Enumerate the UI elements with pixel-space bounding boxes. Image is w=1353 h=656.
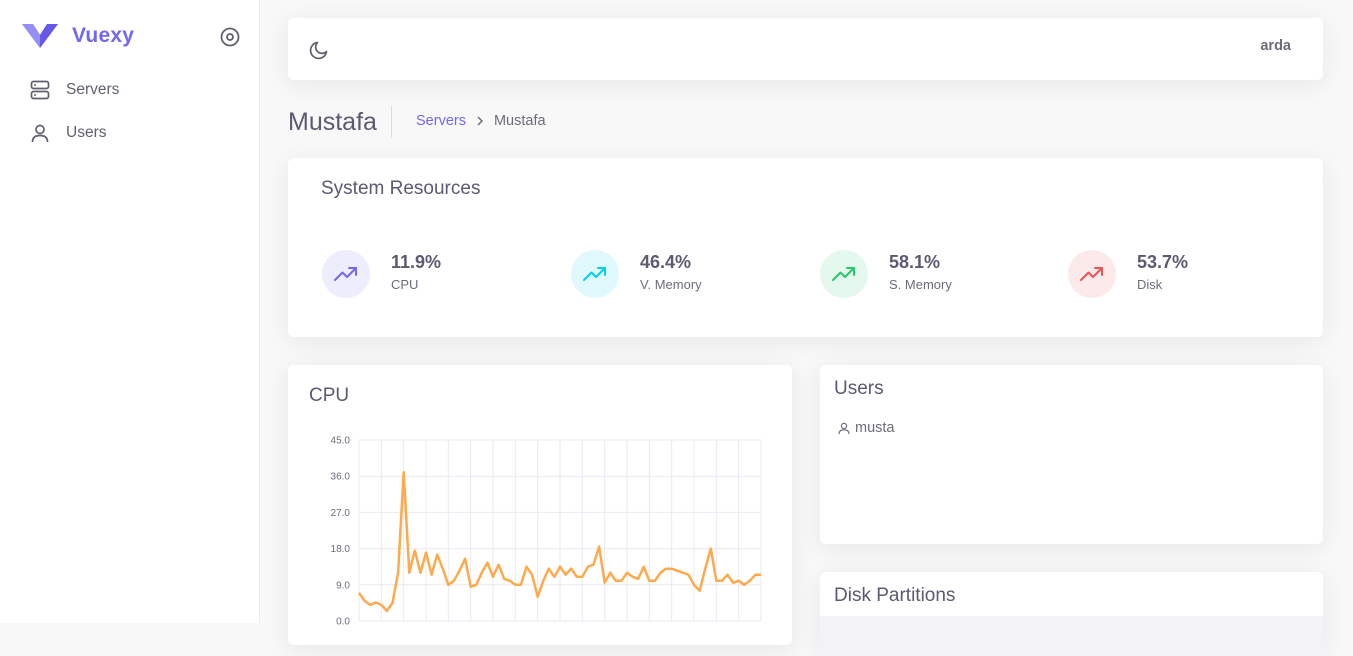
avatar — [820, 250, 868, 298]
moon-icon[interactable] — [308, 39, 330, 61]
y-tick-label: 45.0 — [331, 436, 351, 447]
disk-table-header — [820, 616, 1323, 656]
card-title: Disk Partitions — [834, 585, 956, 606]
avatar — [571, 250, 619, 298]
sidebar-item-servers[interactable]: Servers — [28, 75, 119, 105]
stat-value: 53.7% — [1137, 252, 1189, 272]
avatar — [322, 250, 370, 298]
stat-item: 53.7% Disk — [1068, 250, 1288, 298]
collapse-toggle-icon[interactable] — [219, 26, 241, 48]
user-name: musta — [855, 420, 895, 436]
avatar — [1068, 250, 1116, 298]
breadcrumb-link-servers[interactable]: Servers — [416, 113, 466, 129]
brand-name: Vuexy — [72, 24, 135, 47]
user-list-item: musta — [837, 420, 895, 436]
y-tick-label: 0.0 — [336, 617, 350, 628]
stat-item: 58.1% S. Memory — [820, 250, 1040, 298]
trending-up-icon — [1080, 267, 1103, 281]
stat-value: 58.1% — [889, 252, 941, 272]
cpu-card: CPU 45.0 36.0 27.0 18.0 9.0 0.0 — [288, 365, 792, 645]
brand[interactable]: Vuexy — [22, 22, 134, 48]
breadcrumb-current: Mustafa — [493, 113, 546, 129]
card-title: System Resources — [321, 178, 481, 199]
stat-item: 11.9% CPU — [322, 250, 542, 298]
stat-label: Disk — [1137, 277, 1163, 292]
y-tick-label: 9.0 — [336, 580, 350, 591]
y-tick-label: 18.0 — [331, 544, 351, 555]
cpu-line-chart: 45.0 36.0 27.0 18.0 9.0 0.0 — [331, 436, 762, 628]
stat-label: CPU — [391, 277, 419, 292]
user-icon — [838, 422, 850, 435]
sidebar-item-label: Servers — [66, 81, 120, 98]
page-title: Mustafa — [288, 106, 392, 138]
top-navbar: arda — [288, 18, 1323, 80]
chevron-right-icon — [476, 114, 484, 129]
user-menu-name[interactable]: arda — [1260, 38, 1291, 54]
stat-label: V. Memory — [640, 277, 702, 292]
card-title: Users — [834, 378, 884, 399]
breadcrumb: Servers Mustafa — [416, 113, 546, 129]
vuexy-logo-icon — [22, 24, 58, 48]
trending-up-icon — [832, 267, 855, 281]
user-icon — [28, 121, 52, 145]
sidebar-item-users[interactable]: Users — [28, 118, 106, 148]
disk-partitions-card: Disk Partitions — [820, 572, 1323, 656]
server-icon — [28, 78, 52, 102]
trending-up-icon — [334, 267, 357, 281]
stat-label: S. Memory — [889, 277, 952, 292]
stat-item: 46.4% V. Memory — [571, 250, 791, 298]
users-card: Users musta — [820, 365, 1323, 544]
system-resources-card: System Resources 11.9% CPU 46.4% V. Memory 5… — [288, 158, 1323, 337]
y-tick-label: 27.0 — [331, 508, 351, 519]
trending-up-icon — [583, 267, 606, 281]
sidebar-item-label: Users — [66, 124, 107, 141]
sidebar: Vuexy Servers Users — [0, 0, 260, 623]
stat-value: 46.4% — [640, 252, 692, 272]
y-tick-label: 36.0 — [331, 472, 351, 483]
stat-value: 11.9% — [391, 252, 442, 272]
